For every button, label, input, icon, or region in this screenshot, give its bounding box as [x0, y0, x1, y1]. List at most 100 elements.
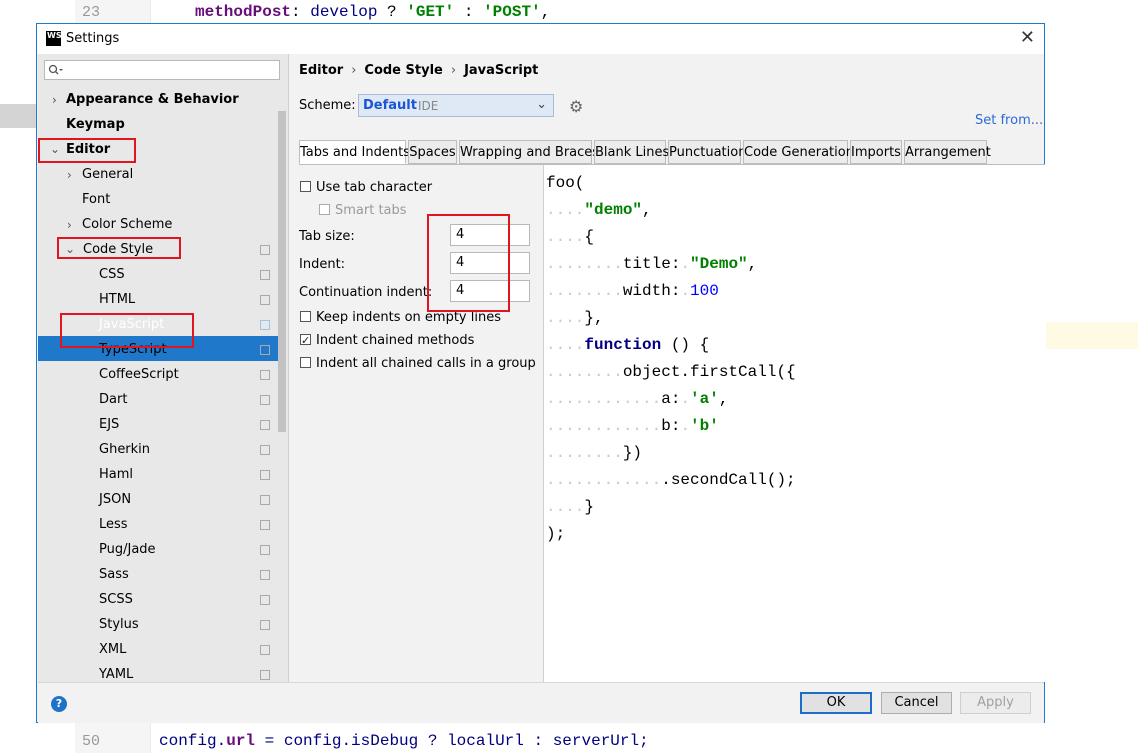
- tab-spaces[interactable]: Spaces: [408, 140, 457, 164]
- breadcrumb-item: Code Style: [364, 63, 443, 78]
- breadcrumb-separator: ›: [450, 63, 457, 78]
- scheme-label: Scheme:: [299, 98, 356, 113]
- tree-item-language[interactable]: SCSS: [99, 587, 133, 612]
- keep-indents-checkbox[interactable]: [300, 311, 311, 322]
- tab-wrapping-and-braces[interactable]: Wrapping and Braces: [459, 140, 599, 164]
- tab-imports[interactable]: Imports: [850, 140, 902, 164]
- tree-item-language[interactable]: XML: [99, 637, 126, 662]
- tab-punctuation[interactable]: Punctuation: [668, 140, 746, 164]
- tree-item-language[interactable]: Gherkin: [99, 437, 150, 462]
- annotation-box: [427, 214, 510, 312]
- tree-item-language[interactable]: Stylus: [99, 612, 139, 637]
- scheme-dropdown[interactable]: Default IDE ⌄: [358, 94, 554, 117]
- tree-item-general[interactable]: General: [82, 162, 133, 187]
- window-title: Settings: [66, 31, 120, 46]
- preview-line: ............b:.'b': [546, 417, 719, 435]
- editor-code-line-top: methodPost: develop ? 'GET' : 'POST',: [195, 3, 551, 21]
- smart-tabs-checkbox: [319, 204, 330, 215]
- tree-item-language[interactable]: Dart: [99, 387, 127, 412]
- indent-all-chained-checkbox[interactable]: [300, 357, 311, 368]
- preview-line: ........object.firstCall({: [546, 363, 796, 381]
- annotation-box: [38, 138, 136, 163]
- annotation-box: [57, 237, 181, 259]
- tree-scrollbar[interactable]: [278, 111, 286, 432]
- tree-item-language[interactable]: CoffeeScript: [99, 362, 179, 387]
- breadcrumb-item: JavaScript: [464, 63, 539, 78]
- close-icon[interactable]: ✕: [1020, 27, 1035, 48]
- chevron-right-icon[interactable]: ›: [52, 93, 57, 107]
- copy-icon: [260, 570, 270, 580]
- annotation-box: [60, 313, 194, 348]
- smart-tabs-option: Smart tabs: [319, 201, 407, 221]
- tree-item-language[interactable]: Less: [99, 512, 128, 537]
- tree-item-language[interactable]: Sass: [99, 562, 129, 587]
- indent-chained-option[interactable]: Indent chained methods: [300, 331, 474, 351]
- dialog-footer: ? OK Cancel Apply: [38, 682, 1044, 723]
- tree-item-language[interactable]: Haml: [99, 462, 133, 487]
- copy-icon: [260, 445, 270, 455]
- copy-icon: [260, 595, 270, 605]
- webstorm-logo: WS: [46, 31, 62, 46]
- copy-icon: [260, 470, 270, 480]
- line-number: 23: [82, 4, 101, 21]
- copy-icon: [260, 295, 270, 305]
- copy-icon: [260, 345, 270, 355]
- chevron-right-icon[interactable]: ›: [67, 168, 72, 182]
- editor-highlight: [1046, 322, 1138, 349]
- editor-code-line-bottom: config.url = config.isDebug ? localUrl :…: [159, 732, 649, 750]
- search-input[interactable]: [44, 60, 280, 80]
- indent-all-chained-option[interactable]: Indent all chained calls in a group: [300, 354, 536, 374]
- tab-tabs-and-indents[interactable]: Tabs and Indents: [299, 140, 410, 164]
- preview-line: ........width:.100: [546, 282, 719, 300]
- indent-label: Indent:: [299, 257, 346, 272]
- copy-icon: [260, 520, 270, 530]
- tree-item-keymap[interactable]: Keymap: [66, 112, 125, 137]
- tab-size-label: Tab size:: [299, 229, 355, 244]
- tree-item-language[interactable]: HTML: [99, 287, 135, 312]
- editor-fragment: [0, 104, 38, 128]
- set-from-link[interactable]: Set from...: [975, 113, 1043, 128]
- copy-icon: [260, 395, 270, 405]
- settings-tree-panel: Appearance & Behavior › Keymap ⌄ Editor …: [38, 54, 288, 682]
- tree-item-language[interactable]: EJS: [99, 412, 119, 437]
- tree-item-language[interactable]: JSON: [99, 487, 131, 512]
- copy-icon: [260, 420, 270, 430]
- preview-line: ...."demo",: [546, 201, 652, 219]
- preview-line: ....},: [546, 309, 604, 327]
- scheme-value: Default: [363, 98, 417, 113]
- copy-icon: [260, 495, 270, 505]
- apply-button[interactable]: Apply: [960, 692, 1031, 714]
- tab-blank-lines[interactable]: Blank Lines: [594, 140, 669, 164]
- indent-chained-checkbox[interactable]: [300, 331, 311, 351]
- ok-button[interactable]: OK: [800, 692, 872, 714]
- copy-icon: [260, 320, 270, 330]
- copy-icon: [260, 370, 270, 380]
- chevron-right-icon[interactable]: ›: [67, 218, 72, 232]
- gear-icon[interactable]: ⚙: [569, 97, 583, 116]
- tree-item-appearance[interactable]: Appearance & Behavior: [66, 87, 239, 112]
- cancel-button[interactable]: Cancel: [881, 692, 952, 714]
- code-preview: foo( ...."demo", ....{ ........title:."D…: [543, 165, 1046, 682]
- tab-code-generation[interactable]: Code Generation: [743, 140, 854, 164]
- copy-icon: [260, 620, 270, 630]
- tree-item-language[interactable]: Pug/Jade: [99, 537, 156, 562]
- breadcrumb-separator: ›: [351, 63, 357, 78]
- chevron-down-icon: ⌄: [536, 97, 547, 112]
- tab-arrangement[interactable]: Arrangement: [904, 140, 991, 164]
- preview-line: ........title:."Demo",: [546, 255, 758, 273]
- tree-item-font[interactable]: Font: [82, 187, 110, 212]
- use-tab-character-option[interactable]: Use tab character: [300, 178, 432, 198]
- copy-icon: [260, 670, 270, 680]
- tree-item-language[interactable]: CSS: [99, 262, 125, 287]
- preview-line: );: [546, 525, 566, 543]
- copy-icon: [260, 245, 270, 255]
- tree-item-color-scheme[interactable]: Color Scheme: [82, 212, 172, 237]
- title-bar: WS Settings ✕: [37, 24, 1044, 54]
- use-tab-checkbox[interactable]: [300, 181, 311, 192]
- line-number: 50: [82, 733, 101, 750]
- preview-line: .............secondCall();: [546, 471, 796, 489]
- help-icon[interactable]: ?: [51, 696, 67, 712]
- preview-line: ....function () {: [546, 336, 710, 354]
- preview-line: ....}: [546, 498, 595, 516]
- scheme-sub: IDE: [418, 99, 439, 113]
